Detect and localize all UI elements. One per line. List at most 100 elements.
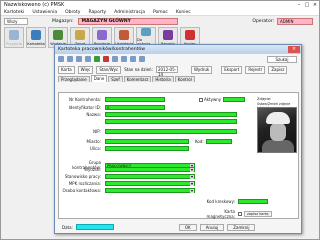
next-record-icon[interactable] <box>76 56 82 62</box>
identyfikator-label: Identyfikator ID: <box>68 105 101 110</box>
mpk-label: MPK rozliczania: <box>68 181 101 186</box>
ribbon-icon <box>31 30 41 40</box>
ribbon-button-kartoteka[interactable]: Kartoteka <box>26 27 46 48</box>
anuluj-button[interactable]: Anuluj <box>199 223 225 231</box>
identyfikator-field[interactable]: 0 <box>105 105 165 110</box>
wiec-label: Więc <box>80 67 91 72</box>
add-record-icon[interactable] <box>94 56 100 62</box>
delete-record-icon[interactable] <box>103 56 109 62</box>
tab-dane[interactable]: Dane <box>90 75 108 82</box>
close-button[interactable]: × <box>311 2 319 9</box>
data-label: Data: <box>62 224 73 230</box>
dialog-title: Kartoteka pracowników/kontrahentów <box>58 47 145 52</box>
osoba-select[interactable] <box>105 188 195 193</box>
karta-button[interactable]: Karta <box>58 65 75 74</box>
kod-kreskowy-label: Kod kreskowy: <box>206 199 235 204</box>
wydzial-select[interactable] <box>105 167 195 172</box>
nip-field[interactable] <box>105 129 237 134</box>
ribbon-label: Kartoteka <box>27 42 45 46</box>
aktywny-label: Aktywny <box>204 97 222 102</box>
menu-ustawienia[interactable]: Ustawienia <box>32 10 57 15</box>
magazyn-field[interactable]: MAGAZYN GŁÓWNY <box>77 17 178 25</box>
tab-szef[interactable]: Szef <box>108 76 123 82</box>
last-record-icon[interactable] <box>85 56 91 62</box>
stan-button[interactable]: Stan/Wyc <box>96 65 122 74</box>
search-label: Szukaj <box>275 56 289 62</box>
kartoteka-dialog: Kartoteka pracowników/kontrahentów × Szu… <box>54 44 302 234</box>
osoba-label: Osoba kontaktowa: <box>62 188 101 193</box>
first-record-icon[interactable] <box>58 56 64 62</box>
ribbon-icon <box>185 30 195 40</box>
save-record-icon[interactable] <box>121 56 127 62</box>
dane-panel: Nr Kontrahenta: Aktywny Identyfikator ID… <box>58 92 299 219</box>
refresh-icon[interactable] <box>139 56 145 62</box>
nazwa2-field[interactable] <box>105 119 237 124</box>
data-field[interactable] <box>75 224 114 230</box>
dialog-close-button[interactable]: × <box>288 46 300 53</box>
zapisz-karte-button[interactable]: zapisz kartę <box>244 211 272 217</box>
tab-przegladanie[interactable]: Przeglądanie <box>58 76 90 82</box>
filter-select[interactable]: Wszy <box>4 17 28 25</box>
stan-label: Stan/Wyc <box>99 67 119 72</box>
karta-checkbox[interactable] <box>238 212 242 216</box>
menu-administracja[interactable]: Administracja <box>114 10 145 15</box>
tab-kontrol[interactable]: Kontrol <box>174 76 195 82</box>
nr-kontrahenta-label: Nr Kontrahenta: <box>69 97 101 102</box>
menu-pomoc[interactable]: Pomoc <box>153 10 168 15</box>
aktywny-field[interactable] <box>223 97 246 102</box>
ulica-field[interactable] <box>105 146 189 151</box>
menu-obroty[interactable]: Obroty <box>65 10 80 15</box>
dialog-nav-toolbar: Szukaj <box>55 54 301 64</box>
nr-kontrahenta-field[interactable] <box>105 97 165 102</box>
app-titlebar: Nazwiskoweno (c) PMSK – □ × <box>1 1 319 9</box>
miasto-field[interactable] <box>105 139 189 144</box>
minimize-button[interactable]: – <box>295 2 303 9</box>
ribbon-icon <box>75 30 85 40</box>
cancel-edit-icon[interactable] <box>130 56 136 62</box>
karta-label: Karta <box>61 67 72 72</box>
employee-photo[interactable] <box>257 107 297 153</box>
kod-kreskowy-field[interactable] <box>238 199 268 204</box>
wiec-button[interactable]: Więc <box>77 65 94 74</box>
karta-magnetyczna-label: Karta magnetyczna: <box>206 209 235 219</box>
stan-na-dzien-label: Stan na dzień: <box>124 67 153 72</box>
rejestr-button[interactable]: Rejestr <box>245 65 266 74</box>
photo-face <box>270 123 286 141</box>
stanowisko-label: Stanowisko pracy: <box>64 174 101 179</box>
mpk-select[interactable] <box>105 181 195 186</box>
zapisz-button[interactable]: Zapisz <box>268 65 288 74</box>
menu-koniec[interactable]: Koniec <box>176 10 191 15</box>
kod-field[interactable] <box>205 139 232 144</box>
menu-raporty[interactable]: Raporty <box>88 10 106 15</box>
tab-komentarz[interactable]: Komentarz <box>123 76 152 82</box>
nazwa-label: Nazwa: <box>86 112 101 117</box>
ribbon-icon <box>163 30 173 40</box>
ok-button[interactable]: OK <box>178 223 197 231</box>
date-input[interactable]: 2012-05-14 <box>155 66 178 77</box>
menu-kartoteki[interactable]: Kartoteki <box>4 10 24 15</box>
ribbon-icon <box>9 30 19 40</box>
eksport-button[interactable]: Eksport <box>221 65 243 74</box>
prev-record-icon[interactable] <box>67 56 73 62</box>
search-button[interactable]: Szukaj <box>267 55 297 63</box>
zamknij-button[interactable]: Zamknij <box>227 223 256 231</box>
top-strip: Wszy Magazyn: MAGAZYN GŁÓWNY Operator: A… <box>1 16 319 26</box>
stanowisko-select[interactable] <box>105 174 195 179</box>
operator-label: Operator: <box>252 18 274 24</box>
ribbon-label: Przyjęcia <box>6 42 22 46</box>
tab-historia[interactable]: Historia <box>152 76 174 82</box>
wydruk-label: Wydruk <box>193 67 210 72</box>
photo-label: Zdjęcie: <box>257 97 272 101</box>
ribbon-icon <box>53 30 63 40</box>
wydruk-button[interactable]: Wydruk <box>190 65 213 74</box>
aktywny-checkbox[interactable] <box>199 97 203 102</box>
ribbon-icon <box>119 30 129 40</box>
maximize-button[interactable]: □ <box>303 2 311 9</box>
ribbon-button-przyjęcia[interactable]: Przyjęcia <box>4 27 24 48</box>
operator-field: ADMIN <box>277 17 313 25</box>
nip-label: NIP: <box>93 129 101 134</box>
rejestr-label: Rejestr <box>248 67 263 72</box>
edit-record-icon[interactable] <box>112 56 118 62</box>
ribbon-icon <box>97 30 107 40</box>
nazwa-field[interactable] <box>105 112 237 117</box>
